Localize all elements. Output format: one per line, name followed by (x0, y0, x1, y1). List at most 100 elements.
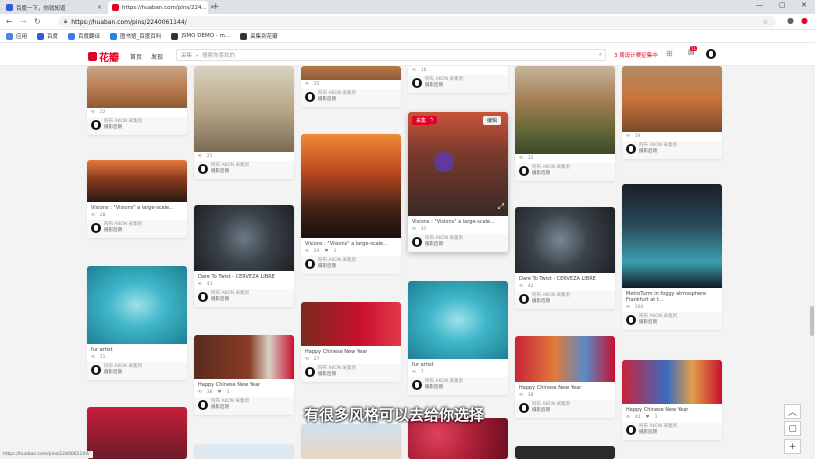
window-close-icon[interactable]: ✕ (801, 1, 807, 9)
pin-card[interactable]: Visions : "Visions" a large-scale... ⟲ 28… (87, 160, 187, 238)
pin-owner[interactable]: 阿布 AKON 采集到 摄影后期 (301, 364, 401, 382)
pin-owner[interactable]: 阿布 AKON 采集到 摄影后期 (87, 220, 187, 238)
pin-card[interactable]: Dare To Twist - CERVEZA LIBRE ⟲ 43 阿布 AKO… (194, 205, 294, 307)
pin-owner[interactable]: 阿布 AKON 采集到 摄影后期 (301, 89, 401, 107)
pin-owner[interactable]: 阿布 AKON 采集到 摄影后期 (622, 422, 722, 440)
pin-card[interactable]: MetroTurm in foggy atmosphere Frankfurt … (622, 184, 722, 330)
pin-image[interactable] (301, 66, 401, 80)
star-icon[interactable]: ☆ (763, 19, 768, 26)
forward-icon[interactable]: → (20, 17, 27, 26)
minimize-icon[interactable]: — (756, 1, 763, 9)
pin-card[interactable]: Happy Chinese New Year ⟲ 38 阿布 AKON 采集到 摄影… (515, 336, 615, 418)
pin-image[interactable] (194, 66, 294, 152)
pin-card[interactable]: ⟲ 19 阿布 AKON 采集到 摄影后期 (622, 66, 722, 159)
pin-card[interactable]: Happy Chinese New Year ⟲ 42 ♥ 1 阿布 AKON 采集到… (622, 360, 722, 440)
scrollbar-thumb[interactable] (810, 306, 814, 336)
close-icon[interactable]: ✕ (97, 4, 102, 11)
tab-baidu[interactable]: 百度一下，你就知道 ✕ (2, 1, 106, 14)
search-scope[interactable]: 采集 (181, 51, 192, 59)
pin-card[interactable]: Visions : "Visions" a large-scale... ⟲ 24… (301, 134, 401, 274)
pin-card[interactable]: ⟲ 21 阿布 AKON 采集到 摄影后期 (194, 66, 294, 179)
reload-icon[interactable]: ↻ (34, 17, 41, 26)
bookmark-baidu-translate[interactable]: 百度翻译 (68, 32, 100, 40)
bookmark-apps[interactable]: 应用 (6, 32, 27, 40)
bookmark-baike[interactable]: 图书馆_百度百科 (110, 32, 161, 40)
pin-card[interactable] (515, 446, 615, 459)
edit-button[interactable]: 编辑 (483, 116, 502, 125)
new-tab-icon[interactable]: + (212, 2, 220, 12)
pin-owner[interactable]: 阿布 AKON 采集到 摄影后期 (408, 377, 508, 395)
pin-image[interactable] (515, 336, 615, 382)
pin-image[interactable] (194, 335, 294, 379)
pin-owner[interactable]: 阿布 AKON 采集到 摄影后期 (194, 289, 294, 307)
quick-collect-icon[interactable]: ϟ (426, 116, 438, 124)
pin-image[interactable] (515, 446, 615, 459)
feedback-icon[interactable]: ▢ (784, 421, 801, 436)
promo-link[interactable]: 3 周设计赛征集中 (614, 51, 658, 59)
pin-image[interactable] (194, 444, 294, 459)
search-input[interactable]: 采集 ▾ 搜索你喜欢的 ⌕ (176, 49, 606, 61)
pin-owner[interactable]: 阿布 AKON 采集到 摄影后期 (87, 117, 187, 135)
pin-owner[interactable]: 阿布 AKON 采集到 摄影后期 (194, 397, 294, 415)
repin-icon: ⟲ (198, 390, 202, 395)
grid-menu-icon[interactable]: ⊞ (666, 49, 673, 58)
pin-card[interactable]: ⟲ 25 阿布 AKON 采集到 摄影后期 (301, 66, 401, 107)
pin-image[interactable] (194, 205, 294, 271)
profile-icon[interactable]: ● (787, 16, 794, 25)
pin-card[interactable]: fur artist ⟲ 7 阿布 AKON 采集到 摄影后期 (408, 281, 508, 395)
pin-image[interactable] (87, 66, 187, 108)
maximize-icon[interactable]: ▢ (779, 1, 786, 9)
pin-image[interactable]: 采集 ϟ 编辑 ⤢ (408, 112, 508, 216)
pin-card[interactable]: Happy Chinese New Year ⟲ 38 ♥ 1 阿布 AKON 采集到… (194, 335, 294, 415)
pin-image[interactable] (622, 184, 722, 288)
pin-owner[interactable]: 阿布 AKON 采集到 摄影后期 (408, 75, 508, 93)
huaban-logo[interactable]: 花瓣 (88, 49, 119, 64)
pin-card-hovered[interactable]: 采集 ϟ 编辑 ⤢ Visions : "Visions" a large-sc… (408, 112, 508, 252)
pin-card[interactable] (301, 424, 401, 459)
tab-huaban[interactable]: https://huaban.com/pins/224... ✕ (108, 1, 215, 14)
pin-image[interactable] (515, 66, 615, 154)
extension-icon[interactable]: ● (801, 16, 808, 25)
add-icon[interactable]: + (784, 439, 801, 454)
nav-discover[interactable]: 发现 (151, 52, 163, 61)
url-field[interactable]: 🔒︎ https://huaban.com/pins/2240061144/ ☆ (58, 16, 776, 28)
page-scrollbar[interactable] (809, 66, 815, 459)
user-avatar[interactable] (706, 49, 716, 61)
pin-card[interactable]: ⟲ 12 阿布 AKON 采集到 摄影后期 (515, 66, 615, 181)
pin-owner[interactable]: 阿布 AKON 采集到 摄影后期 (515, 291, 615, 309)
pin-image[interactable] (408, 281, 508, 359)
pin-image[interactable] (301, 134, 401, 238)
pin-owner[interactable]: 阿布 AKON 采集到 摄影后期 (515, 400, 615, 418)
bookmark-jsmo[interactable]: JSMO DEMO - m... (171, 32, 230, 40)
pin-image[interactable] (87, 407, 187, 459)
pin-image[interactable] (515, 207, 615, 273)
bookmark-collect-huaban[interactable]: 采集到花瓣 (240, 32, 278, 40)
search-icon[interactable]: ⌕ (599, 52, 602, 59)
pin-owner[interactable]: 阿布 AKON 采集到 摄影后期 (194, 161, 294, 179)
nav-home[interactable]: 首页 (130, 52, 142, 61)
pin-card[interactable]: Dare To Twist - CERVEZA LIBRE ⟲ 42 阿布 AKO… (515, 207, 615, 309)
pin-owner[interactable]: 阿布 AKON 采集到 摄影后期 (408, 234, 508, 252)
pin-owner[interactable]: 阿布 AKON 采集到 摄影后期 (301, 256, 401, 274)
pin-image[interactable] (622, 66, 722, 132)
bookmark-baidu[interactable]: 百度 (37, 32, 58, 40)
pin-card[interactable] (194, 444, 294, 459)
pin-owner[interactable]: 阿布 AKON 采集到 摄影后期 (515, 163, 615, 181)
pin-card[interactable]: ⟲ 16 阿布 AKON 采集到 摄影后期 (408, 66, 508, 93)
pin-owner[interactable]: 阿布 AKON 采集到 摄影后期 (87, 362, 187, 380)
pin-image[interactable] (622, 360, 722, 404)
pin-image[interactable] (301, 302, 401, 346)
owner-suffix: AKON 采集到 (221, 291, 250, 296)
pin-owner[interactable]: 阿布 AKON 采集到 摄影后期 (622, 312, 722, 330)
pin-card[interactable]: Happy Chinese New Year ⟲ 27 阿布 AKON 采集到 摄影… (301, 302, 401, 382)
pin-image[interactable] (87, 266, 187, 344)
pin-card[interactable] (87, 407, 187, 459)
pin-owner[interactable]: 阿布 AKON 采集到 摄影后期 (622, 141, 722, 159)
pin-card[interactable]: ⟲ 22 阿布 AKON 采集到 摄影后期 (87, 66, 187, 135)
back-icon[interactable]: ← (6, 17, 13, 26)
expand-icon[interactable]: ⤢ (498, 202, 504, 212)
pin-image[interactable] (87, 160, 187, 202)
back-to-top-icon[interactable]: ︿ (784, 404, 801, 419)
pin-card[interactable]: fur artist ⟲ 11 阿布 AKON 采集到 摄影后期 (87, 266, 187, 380)
pin-image[interactable] (301, 424, 401, 459)
